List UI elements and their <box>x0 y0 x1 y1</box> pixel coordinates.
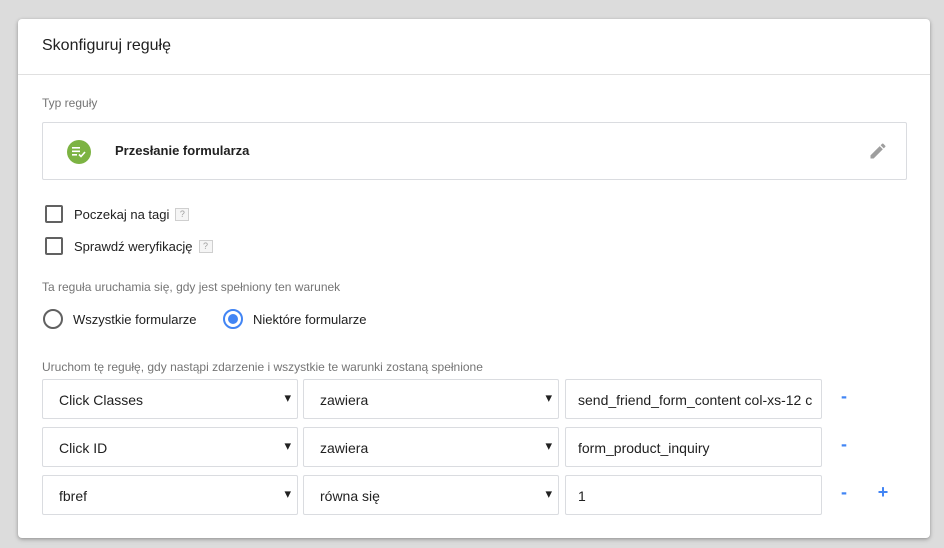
condition-operator-select[interactable]: zawiera <box>303 427 559 467</box>
conditions-label: Uruchom tę regułę, gdy nastąpi zdarzenie… <box>42 360 483 374</box>
condition-operator-select[interactable]: zawiera <box>303 379 559 419</box>
remove-condition-button[interactable]: - <box>834 434 854 455</box>
condition-operator-select[interactable]: równa się <box>303 475 559 515</box>
wait-for-tags-row: Poczekaj na tagi ? <box>45 204 190 224</box>
card-title: Skonfiguruj regułę <box>18 19 930 75</box>
condition-value-input[interactable]: form_product_inquiry <box>565 427 822 467</box>
condition-value-input[interactable]: 1 <box>565 475 822 515</box>
help-icon[interactable]: ? <box>175 207 190 221</box>
all-forms-radio[interactable] <box>43 309 63 329</box>
remove-condition-button[interactable]: - <box>834 482 854 503</box>
condition-variable-select[interactable]: fbref <box>42 475 298 515</box>
wait-for-tags-label: Poczekaj na tagi <box>74 206 170 222</box>
all-forms-label: Wszystkie formularze <box>73 311 197 327</box>
rule-config-card: Skonfiguruj regułę Typ reguły Przesłanie… <box>18 19 930 538</box>
condition-variable-select[interactable]: Click Classes <box>42 379 298 419</box>
some-forms-option[interactable]: Niektóre formularze <box>223 308 366 330</box>
rule-type-selector[interactable]: Przesłanie formularza <box>42 122 907 180</box>
some-forms-radio[interactable] <box>223 309 243 329</box>
condition-variable-select[interactable]: Click ID <box>42 427 298 467</box>
some-forms-label: Niektóre formularze <box>253 311 367 327</box>
fire-on-label: Ta reguła uruchamia się, gdy jest spełni… <box>42 280 341 294</box>
form-submit-icon <box>67 140 91 164</box>
check-validation-checkbox[interactable] <box>45 237 63 255</box>
pencil-icon[interactable] <box>868 141 888 161</box>
remove-condition-button[interactable]: - <box>834 386 854 407</box>
help-icon[interactable]: ? <box>198 239 213 253</box>
rule-type-name: Przesłanie formularza <box>115 143 250 158</box>
add-condition-button[interactable]: + <box>873 482 893 503</box>
rule-type-label: Typ reguły <box>42 96 98 110</box>
wait-for-tags-checkbox[interactable] <box>45 205 63 223</box>
check-validation-label: Sprawdź weryfikację <box>74 238 193 254</box>
condition-value-input[interactable]: send_friend_form_content col-xs-12 c <box>565 379 822 419</box>
all-forms-option[interactable]: Wszystkie formularze <box>43 308 197 330</box>
check-validation-row: Sprawdź weryfikację ? <box>45 236 213 256</box>
